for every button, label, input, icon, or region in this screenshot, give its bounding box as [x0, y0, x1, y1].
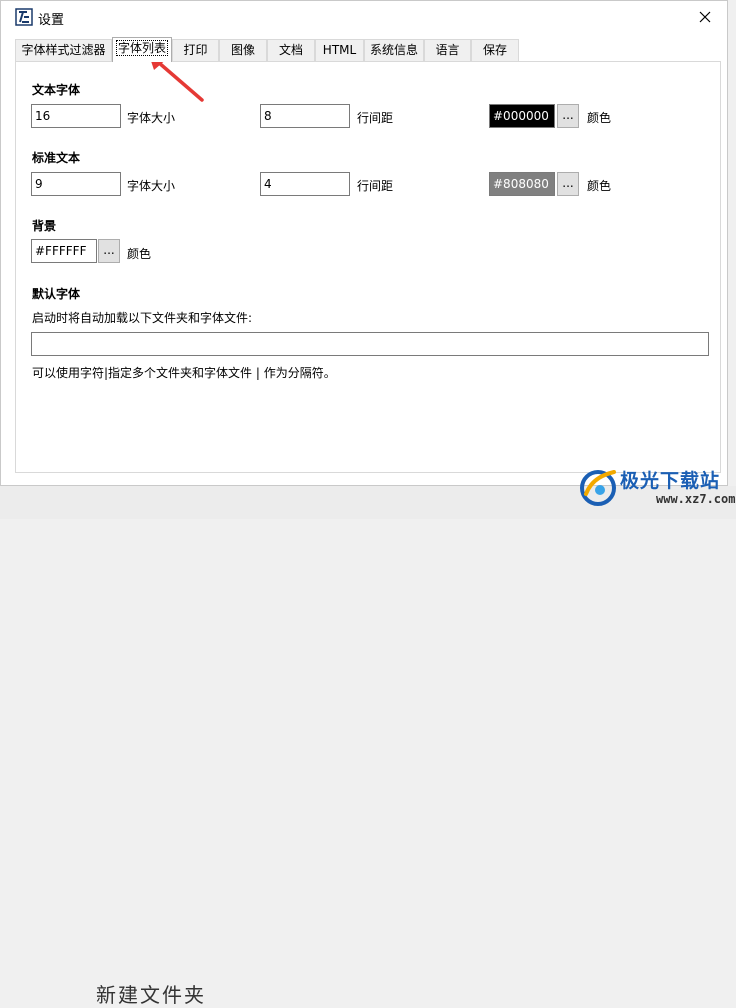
tab-save[interactable]: 保存 [471, 39, 519, 61]
text-font-size-label: 字体大小 [127, 111, 176, 125]
standard-color-swatch[interactable]: #808080 [489, 172, 555, 196]
standard-font-size-label: 字体大小 [127, 179, 176, 193]
standard-line-spacing-input[interactable]: 4 [260, 172, 350, 196]
text-color-label: 颜色 [587, 111, 612, 125]
tab-language[interactable]: 语言 [424, 39, 471, 61]
app-icon [15, 8, 33, 26]
watermark: 极光下载站 www.xz7.com [578, 462, 735, 518]
font-list-panel: 文本字体 16 字体大小 8 行间距 #000000 ... 颜色 标准文本 9… [15, 61, 721, 473]
background-color-label: 颜色 [127, 247, 152, 261]
background-color-swatch[interactable]: #FFFFFF [31, 239, 97, 263]
text-line-spacing-label: 行间距 [357, 111, 394, 125]
text-color-browse-button[interactable]: ... [557, 104, 579, 128]
watermark-brand: 极光下载站 [620, 470, 721, 492]
window-title: 设置 [38, 13, 65, 28]
watermark-url: www.xz7.com [656, 492, 736, 506]
standard-color-browse-button[interactable]: ... [557, 172, 579, 196]
default-font-heading: 默认字体 [32, 287, 81, 301]
standard-color-label: 颜色 [587, 179, 612, 193]
standard-line-spacing-label: 行间距 [357, 179, 394, 193]
tab-font-style-filter[interactable]: 字体样式过滤器 [15, 39, 112, 61]
default-font-description: 启动时将自动加载以下文件夹和字体文件: [32, 311, 253, 325]
standard-text-heading: 标准文本 [32, 151, 81, 165]
background-heading: 背景 [32, 219, 57, 233]
settings-dialog: 设置 字体样式过滤器 字体列表 打印 图像 文档 HTML 系统信息 语言 保存… [0, 0, 728, 486]
default-font-hint: 可以使用字符|指定多个文件夹和字体文件 | 作为分隔符。 [32, 366, 336, 380]
tab-image[interactable]: 图像 [219, 39, 267, 61]
close-icon [699, 11, 711, 23]
tab-font-list[interactable]: 字体列表 [112, 37, 172, 62]
standard-font-size-input[interactable]: 9 [31, 172, 121, 196]
text-font-size-input[interactable]: 16 [31, 104, 121, 128]
text-line-spacing-input[interactable]: 8 [260, 104, 350, 128]
tab-system-info[interactable]: 系统信息 [364, 39, 424, 61]
background-color-browse-button[interactable]: ... [98, 239, 120, 263]
tab-document[interactable]: 文档 [267, 39, 315, 61]
close-button[interactable] [683, 1, 727, 33]
title-bar: 设置 [1, 1, 727, 33]
text-color-swatch[interactable]: #000000 [489, 104, 555, 128]
default-font-path-input[interactable] [31, 332, 709, 356]
tab-html[interactable]: HTML [315, 39, 364, 61]
background-folder-label: 新建文件夹 [96, 983, 206, 1007]
text-font-heading: 文本字体 [32, 83, 81, 97]
watermark-logo-icon [580, 470, 616, 506]
